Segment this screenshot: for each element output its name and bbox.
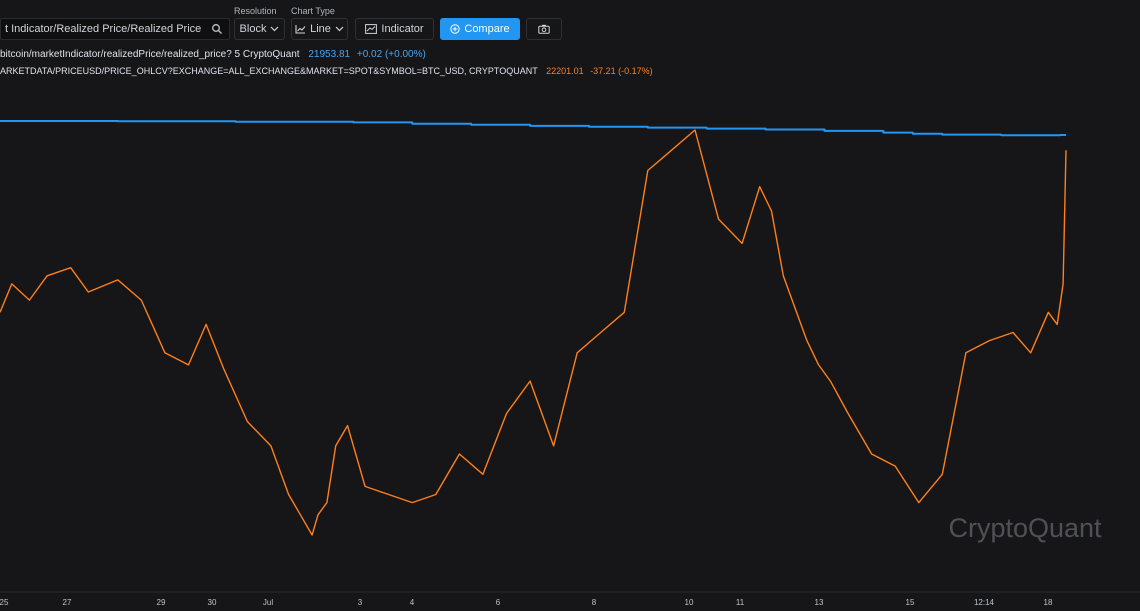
btc-price-line <box>0 129 1067 536</box>
price-chart[interactable]: CryptoQuant 25 27 29 30 Jul 3 4 6 8 10 11 13 15 12:14… <box>0 0 1140 611</box>
x-tick-label: 18 <box>1044 598 1053 607</box>
x-tick-label: 6 <box>496 598 501 607</box>
x-tick-label: Jul <box>263 598 273 607</box>
x-axis-ticks: 25 27 29 30 Jul 3 4 6 8 10 11 13 15 12:14 18 <box>0 598 1053 607</box>
x-tick-label: 13 <box>815 598 824 607</box>
x-tick-label: 15 <box>906 598 915 607</box>
realized-price-line <box>0 120 1066 137</box>
x-tick-label: 8 <box>592 598 597 607</box>
x-tick-label: 3 <box>358 598 363 607</box>
x-tick-label: 11 <box>736 598 745 607</box>
x-tick-label: 30 <box>208 598 217 607</box>
series-lines <box>0 120 1067 536</box>
x-tick-label: 12:14 <box>974 598 995 607</box>
x-tick-label: 27 <box>63 598 72 607</box>
x-tick-label: 29 <box>157 598 166 607</box>
x-tick-label: 4 <box>410 598 415 607</box>
x-tick-label: 10 <box>685 598 694 607</box>
cryptoquant-watermark: CryptoQuant <box>948 513 1102 543</box>
x-tick-label: 25 <box>0 598 9 607</box>
